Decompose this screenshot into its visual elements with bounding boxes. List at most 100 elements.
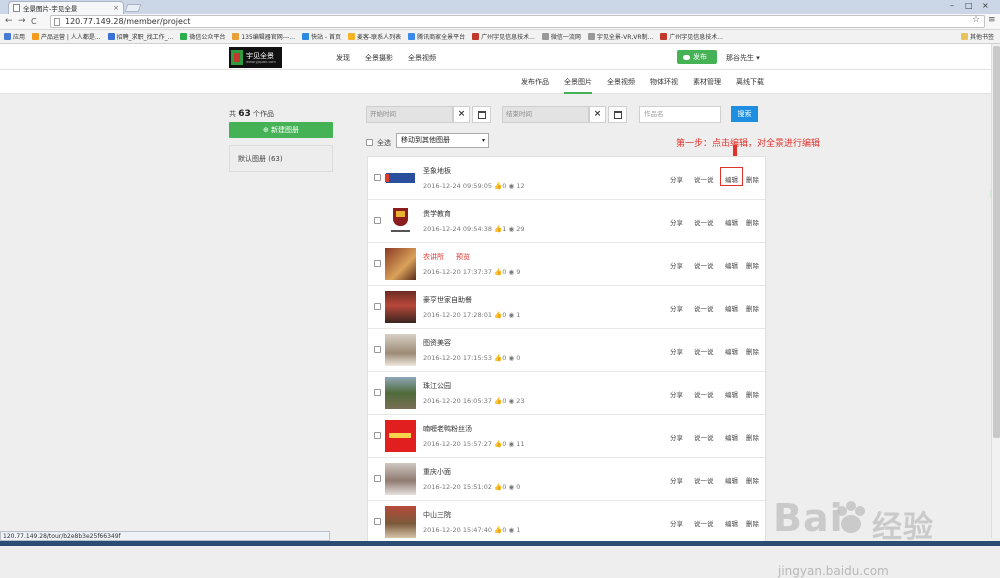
say-button[interactable]: 说一说 <box>694 303 714 313</box>
window-close-button[interactable]: × <box>982 1 989 10</box>
end-date-input[interactable]: 结束时间 <box>502 106 589 123</box>
bookmark-item[interactable]: 广州宇见信息技术... <box>660 32 723 41</box>
forward-button[interactable]: → <box>18 16 26 26</box>
work-title[interactable]: 珠江公园 <box>423 381 451 391</box>
work-checkbox[interactable] <box>374 346 381 353</box>
share-button[interactable]: 分享 <box>670 260 683 270</box>
preview-link[interactable]: 预览 <box>456 252 470 262</box>
work-thumbnail[interactable] <box>385 205 416 237</box>
share-button[interactable]: 分享 <box>670 389 683 399</box>
edit-button[interactable]: 编辑 <box>725 389 738 399</box>
work-thumbnail[interactable] <box>385 463 416 495</box>
edit-button[interactable]: 编辑 <box>725 432 738 442</box>
delete-button[interactable]: 删除 <box>746 475 759 485</box>
calendar-icon[interactable] <box>472 106 491 123</box>
edit-button[interactable]: 编辑 <box>725 217 738 227</box>
delete-button[interactable]: 删除 <box>746 217 759 227</box>
edit-button[interactable]: 编辑 <box>725 303 738 313</box>
tab-offline-download[interactable]: 离线下载 <box>736 77 764 94</box>
work-title[interactable]: 豪亨世家自助餐 <box>423 295 472 305</box>
bookmark-item[interactable]: 微信一流网 <box>541 32 581 41</box>
work-checkbox[interactable] <box>374 217 381 224</box>
reload-button[interactable]: C <box>31 17 37 26</box>
say-button[interactable]: 说一说 <box>694 432 714 442</box>
tab-panorama-images[interactable]: 全景图片 <box>564 77 592 94</box>
say-button[interactable]: 说一说 <box>694 389 714 399</box>
share-button[interactable]: 分享 <box>670 432 683 442</box>
bookmark-item[interactable]: 应用 <box>4 32 25 41</box>
default-album-item[interactable]: 默认图册 (63) <box>229 145 333 172</box>
edit-button[interactable]: 编辑 <box>725 475 738 485</box>
bookmark-item[interactable]: 微信公众平台 <box>180 32 225 41</box>
work-title[interactable]: 圣象地板 <box>423 166 451 176</box>
work-thumbnail[interactable] <box>385 377 416 409</box>
new-album-button[interactable]: ⊕ 新建图册 <box>229 122 333 138</box>
work-checkbox[interactable] <box>374 303 381 310</box>
work-checkbox[interactable] <box>374 389 381 396</box>
url-input[interactable]: 120.77.149.28/member/project <box>50 15 985 28</box>
work-title[interactable]: 喃喱老鸭粉丝汤 <box>423 424 472 434</box>
page-scrollbar[interactable] <box>991 44 1000 538</box>
tab-object-view[interactable]: 物体环视 <box>650 77 678 94</box>
back-button[interactable]: ← <box>5 16 13 26</box>
share-button[interactable]: 分享 <box>670 518 683 528</box>
bookmark-item[interactable]: 招聘_求职_找工作_... <box>107 32 173 41</box>
work-thumbnail[interactable] <box>385 162 416 194</box>
say-button[interactable]: 说一说 <box>694 174 714 184</box>
say-button[interactable]: 说一说 <box>694 475 714 485</box>
bookmark-item[interactable]: 宇见全景-VR,VR制... <box>587 32 653 41</box>
bookmark-item[interactable]: 快站 - 首页 <box>302 32 341 41</box>
work-thumbnail[interactable] <box>385 334 416 366</box>
window-maximize-button[interactable]: □ <box>965 1 973 10</box>
share-button[interactable]: 分享 <box>670 303 683 313</box>
work-checkbox[interactable] <box>374 475 381 482</box>
work-checkbox[interactable] <box>374 518 381 525</box>
work-title[interactable]: 农讲所 <box>423 252 444 262</box>
share-button[interactable]: 分享 <box>670 346 683 356</box>
work-checkbox[interactable] <box>374 432 381 439</box>
tab-panorama-video[interactable]: 全景视频 <box>607 77 635 94</box>
work-thumbnail[interactable] <box>385 420 416 452</box>
clear-start-date-button[interactable]: × <box>453 106 470 123</box>
tab-close-icon[interactable]: × <box>113 4 119 12</box>
clear-end-date-button[interactable]: × <box>589 106 606 123</box>
scrollbar-thumb[interactable] <box>993 46 1000 438</box>
work-thumbnail[interactable] <box>385 291 416 323</box>
tab-publish-work[interactable]: 发布作品 <box>521 77 549 94</box>
delete-button[interactable]: 删除 <box>746 518 759 528</box>
window-minimize-button[interactable]: – <box>950 1 954 10</box>
nav-discover[interactable]: 发现 <box>336 53 350 63</box>
search-button[interactable]: 搜索 <box>731 106 758 122</box>
calendar-icon[interactable] <box>608 106 627 123</box>
move-to-album-select[interactable]: 移动到其他图册 ▾ <box>396 133 489 148</box>
delete-button[interactable]: 删除 <box>746 432 759 442</box>
nav-panorama-photo[interactable]: 全景摄影 <box>365 53 393 63</box>
work-checkbox[interactable] <box>374 174 381 181</box>
work-name-input[interactable]: 作品名 <box>639 106 721 123</box>
site-logo[interactable]: 宇见全景 www.yjquan.com <box>229 47 282 68</box>
work-title[interactable]: 贵学教育 <box>423 209 451 219</box>
share-button[interactable]: 分享 <box>670 475 683 485</box>
bookmark-item[interactable]: 广州宇见信息技术... <box>472 32 535 41</box>
chrome-menu-icon[interactable]: ≡ <box>988 15 996 25</box>
say-button[interactable]: 说一说 <box>694 518 714 528</box>
say-button[interactable]: 说一说 <box>694 346 714 356</box>
delete-button[interactable]: 删除 <box>746 389 759 399</box>
work-title[interactable]: 中山三院 <box>423 510 451 520</box>
nav-panorama-video[interactable]: 全景视频 <box>408 53 436 63</box>
bookmark-item[interactable]: 麦客-联系人列表 <box>347 32 401 41</box>
say-button[interactable]: 说一说 <box>694 217 714 227</box>
delete-button[interactable]: 删除 <box>746 303 759 313</box>
new-tab-button[interactable] <box>124 4 142 12</box>
work-thumbnail[interactable] <box>385 248 416 280</box>
user-menu[interactable]: 那谷先生 ▾ <box>726 53 760 63</box>
delete-button[interactable]: 删除 <box>746 174 759 184</box>
select-all-checkbox[interactable] <box>366 139 373 146</box>
edit-button[interactable]: 编辑 <box>725 518 738 528</box>
bookmark-item[interactable]: 产品运营 | 人人都是... <box>32 32 101 41</box>
tab-asset-management[interactable]: 素材管理 <box>693 77 721 94</box>
edit-button[interactable]: 编辑 <box>725 260 738 270</box>
browser-tab[interactable]: 全景图片-宇见全景 × <box>8 1 124 14</box>
say-button[interactable]: 说一说 <box>694 260 714 270</box>
edit-button[interactable]: 编辑 <box>725 346 738 356</box>
